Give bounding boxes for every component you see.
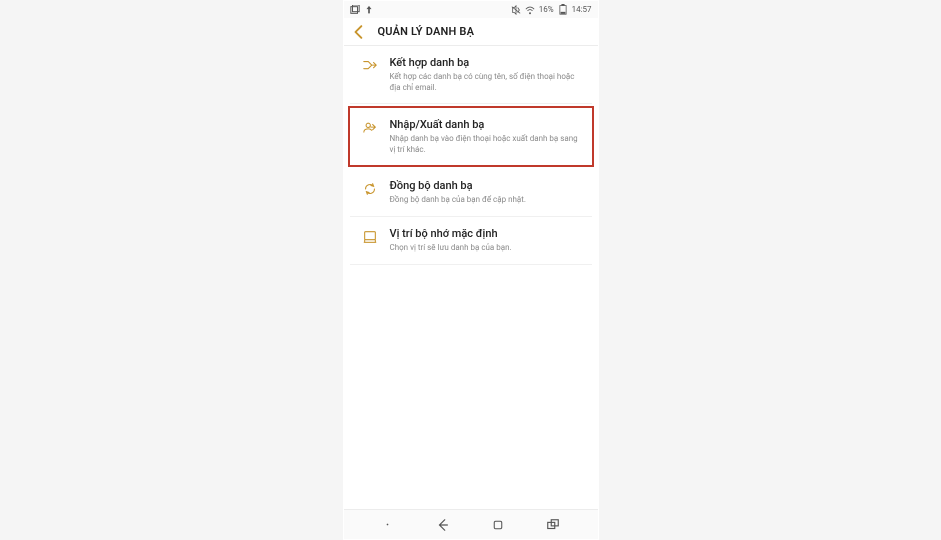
- wifi-icon: [525, 5, 535, 15]
- back-button[interactable]: [350, 23, 368, 41]
- setting-sync-contacts[interactable]: Đồng bộ danh bạ Đồng bộ danh bạ của bạn …: [350, 169, 592, 217]
- storage-icon: [356, 227, 384, 245]
- page-title: QUẢN LÝ DANH BẠ: [378, 25, 475, 38]
- setting-merge-contacts[interactable]: Kết hợp danh bạ Kết hợp các danh bạ có c…: [350, 46, 592, 104]
- nav-back-button[interactable]: [432, 514, 454, 536]
- vibrate-icon: [511, 5, 521, 15]
- setting-title: Kết hợp danh bạ: [390, 56, 582, 70]
- screenshot-indicator-icon: [350, 5, 360, 15]
- battery-icon: [558, 5, 568, 15]
- setting-import-export[interactable]: Nhập/Xuất danh bạ Nhập danh bạ vào điện …: [348, 106, 594, 167]
- phone-screen: 16% 14:57 QUẢN LÝ DANH BẠ Kết hợp danh b…: [343, 0, 599, 540]
- app-bar: QUẢN LÝ DANH BẠ: [344, 18, 598, 46]
- setting-desc: Đồng bộ danh bạ của bạn để cập nhật.: [390, 195, 582, 205]
- setting-default-storage[interactable]: Vị trí bộ nhớ mặc định Chọn vị trí sẽ lư…: [350, 217, 592, 265]
- clock: 14:57: [572, 5, 592, 14]
- setting-desc: Kết hợp các danh bạ có cùng tên, số điện…: [390, 72, 582, 93]
- nav-home-button[interactable]: [487, 514, 509, 536]
- nav-recent-button[interactable]: [542, 514, 564, 536]
- sync-icon: [356, 179, 384, 197]
- import-export-icon: [356, 118, 384, 136]
- setting-desc: Chọn vị trí sẽ lưu danh bạ của bạn.: [390, 243, 582, 253]
- setting-desc: Nhập danh bạ vào điện thoại hoặc xuất da…: [390, 134, 582, 155]
- upload-icon: [364, 5, 374, 15]
- merge-icon: [356, 56, 384, 74]
- nav-menu-button[interactable]: [377, 514, 399, 536]
- setting-title: Vị trí bộ nhớ mặc định: [390, 227, 582, 241]
- status-bar: 16% 14:57: [344, 1, 598, 18]
- setting-title: Nhập/Xuất danh bạ: [390, 118, 582, 132]
- setting-title: Đồng bộ danh bạ: [390, 179, 582, 193]
- nav-bar: [344, 509, 598, 539]
- battery-percent: 16%: [539, 5, 554, 14]
- settings-list: Kết hợp danh bạ Kết hợp các danh bạ có c…: [344, 46, 598, 509]
